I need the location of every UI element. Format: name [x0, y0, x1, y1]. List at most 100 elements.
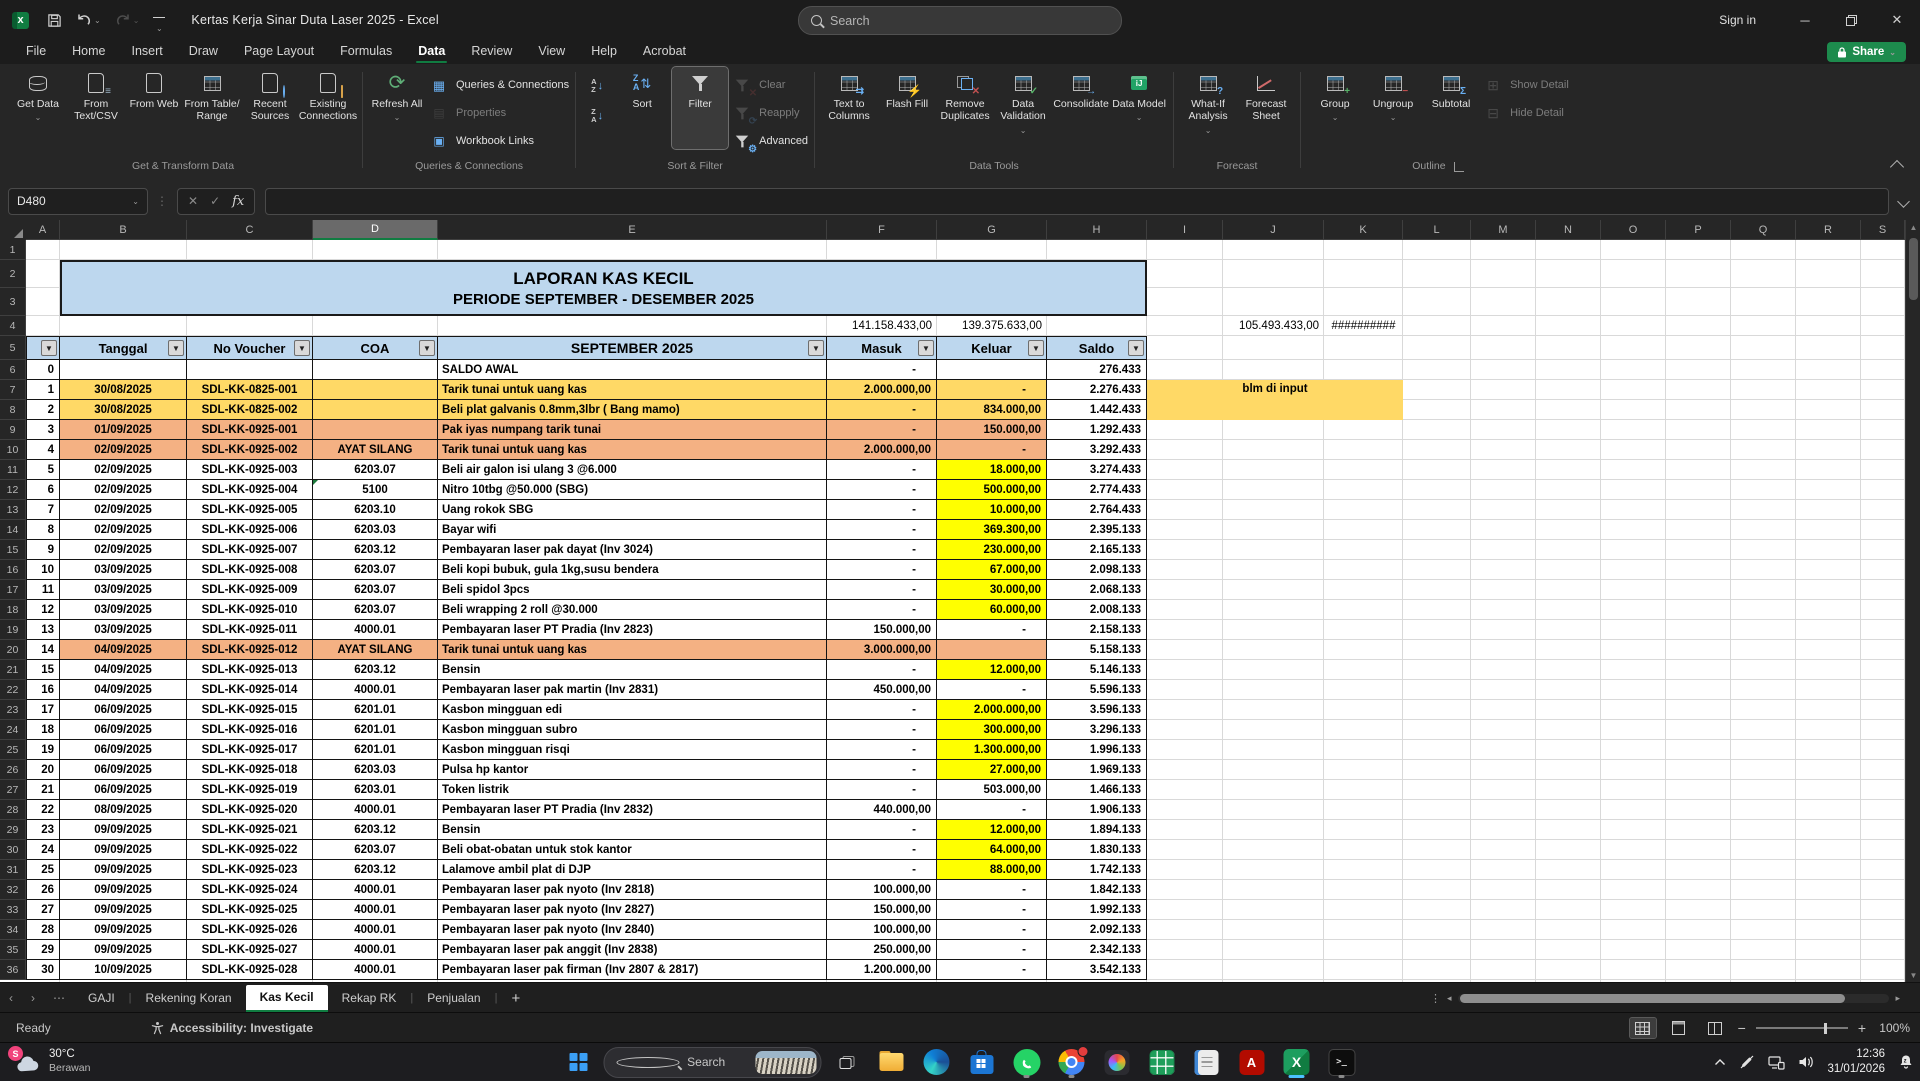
cell-coa[interactable]: 6203.12: [313, 540, 438, 560]
cell-tanggal[interactable]: 30/08/2025: [60, 400, 187, 420]
cell-tanggal[interactable]: 04/09/2025: [60, 640, 187, 660]
cell-tanggal[interactable]: 03/09/2025: [60, 560, 187, 580]
cell-uraian[interactable]: Pembayaran laser pak nyoto (Inv 2840): [438, 920, 827, 940]
row-header-16[interactable]: 16: [0, 560, 26, 580]
vertical-scroll-thumb[interactable]: [1909, 238, 1918, 300]
title-search-box[interactable]: Search: [798, 6, 1122, 35]
cell-masuk[interactable]: 2.000.000,00: [827, 440, 937, 460]
cell-voucher[interactable]: SDL-KK-0925-019: [187, 780, 313, 800]
cell-masuk[interactable]: -: [827, 480, 937, 500]
cell-index[interactable]: 3: [26, 420, 60, 440]
header-no-voucher[interactable]: No Voucher▼: [187, 336, 313, 360]
cell-keluar[interactable]: 12.000,00: [937, 660, 1047, 680]
consolidate-button[interactable]: →Consolidate: [1053, 67, 1109, 149]
workbook-links-button[interactable]: ▣Workbook Links: [427, 129, 569, 153]
column-header-m[interactable]: M: [1471, 220, 1536, 240]
share-button[interactable]: Share ⌄: [1827, 42, 1906, 62]
tab-insert[interactable]: Insert: [120, 41, 175, 63]
column-header-o[interactable]: O: [1601, 220, 1666, 240]
tab-formulas[interactable]: Formulas: [328, 41, 404, 63]
tab-page-layout[interactable]: Page Layout: [232, 41, 326, 63]
cell-coa[interactable]: [313, 400, 438, 420]
cell-masuk[interactable]: -: [827, 660, 937, 680]
redo-button[interactable]: ⌄: [115, 12, 140, 28]
cell-coa[interactable]: 4000.01: [313, 940, 438, 960]
cell-index[interactable]: 25: [26, 860, 60, 880]
column-header-k[interactable]: K: [1324, 220, 1403, 240]
tab-data[interactable]: Data: [406, 41, 457, 63]
data-validation-button[interactable]: ✓Data Validation ⌄: [995, 67, 1051, 149]
cell-saldo[interactable]: 3.292.433: [1047, 440, 1147, 460]
ungroup-button[interactable]: −Ungroup ⌄: [1365, 67, 1421, 149]
cell-masuk[interactable]: -: [827, 720, 937, 740]
cell-keluar[interactable]: -: [937, 940, 1047, 960]
cell-tanggal[interactable]: 30/08/2025: [60, 380, 187, 400]
header-month[interactable]: SEPTEMBER 2025▼: [438, 336, 827, 360]
cell-uraian[interactable]: Beli wrapping 2 roll @30.000: [438, 600, 827, 620]
cell-saldo[interactable]: 2.276.433: [1047, 380, 1147, 400]
cell-coa[interactable]: 6203.12: [313, 820, 438, 840]
cell-masuk[interactable]: -: [827, 840, 937, 860]
tab-draw[interactable]: Draw: [177, 41, 230, 63]
outline-dialog-launcher[interactable]: [1454, 162, 1464, 172]
cell-saldo[interactable]: 2.092.133: [1047, 920, 1147, 940]
column-header-l[interactable]: L: [1403, 220, 1471, 240]
filter-dropdown-button[interactable]: ▼: [168, 340, 184, 356]
start-icon[interactable]: [559, 1045, 599, 1079]
row-header-15[interactable]: 15: [0, 540, 26, 560]
filter-dropdown-button[interactable]: ▼: [808, 340, 824, 356]
cell-voucher[interactable]: SDL-KK-0925-015: [187, 700, 313, 720]
row-header-19[interactable]: 19: [0, 620, 26, 640]
cell-coa[interactable]: 6203.07: [313, 580, 438, 600]
row-header-11[interactable]: 11: [0, 460, 26, 480]
from-web-button[interactable]: From Web: [126, 67, 182, 149]
cell-tanggal[interactable]: 09/09/2025: [60, 840, 187, 860]
cell-masuk[interactable]: 250.000,00: [827, 940, 937, 960]
cell-tanggal[interactable]: 04/09/2025: [60, 680, 187, 700]
cell-voucher[interactable]: SDL-KK-0925-023: [187, 860, 313, 880]
cell-coa[interactable]: 6203.12: [313, 860, 438, 880]
cell-index[interactable]: 26: [26, 880, 60, 900]
cell-saldo[interactable]: 1.996.133: [1047, 740, 1147, 760]
cell-saldo[interactable]: 1.906.133: [1047, 800, 1147, 820]
cell-keluar[interactable]: 30.000,00: [937, 580, 1047, 600]
vertical-scrollbar[interactable]: ▲ ▼: [1905, 220, 1920, 982]
cell-voucher[interactable]: SDL-KK-0925-010: [187, 600, 313, 620]
taskbar-search-box[interactable]: Search: [604, 1047, 822, 1078]
cell-index[interactable]: 11: [26, 580, 60, 600]
cell-coa[interactable]: [313, 380, 438, 400]
row-header-30[interactable]: 30: [0, 840, 26, 860]
cell-tanggal[interactable]: 03/09/2025: [60, 620, 187, 640]
cell-index[interactable]: 10: [26, 560, 60, 580]
header-keluar[interactable]: Keluar▼: [937, 336, 1047, 360]
cell-tanggal[interactable]: 09/09/2025: [60, 880, 187, 900]
note-highlight-band[interactable]: blm di input: [1147, 380, 1403, 420]
row-header-24[interactable]: 24: [0, 720, 26, 740]
filter-dropdown-button[interactable]: ▼: [918, 340, 934, 356]
cell-index[interactable]: 2: [26, 400, 60, 420]
filter-dropdown-button[interactable]: ▼: [294, 340, 310, 356]
cell-tanggal[interactable]: 03/09/2025: [60, 580, 187, 600]
row-header-36[interactable]: 36: [0, 960, 26, 980]
cell-voucher[interactable]: SDL-KK-0925-028: [187, 960, 313, 980]
cell-coa[interactable]: AYAT SILANG: [313, 640, 438, 660]
cell-masuk[interactable]: 100.000,00: [827, 880, 937, 900]
cell-keluar[interactable]: -: [937, 920, 1047, 940]
cell-index[interactable]: 29: [26, 940, 60, 960]
cell-tanggal[interactable]: 02/09/2025: [60, 540, 187, 560]
cell-index[interactable]: 4: [26, 440, 60, 460]
new-sheet-button[interactable]: +: [497, 990, 534, 1007]
cell-keluar[interactable]: 500.000,00: [937, 480, 1047, 500]
cell-uraian[interactable]: Tarik tunai untuk uang kas: [438, 380, 827, 400]
cell-coa[interactable]: 6203.10: [313, 500, 438, 520]
cell-uraian[interactable]: Pembayaran laser pak nyoto (Inv 2827): [438, 900, 827, 920]
row-header-35[interactable]: 35: [0, 940, 26, 960]
queries-connections-button[interactable]: ▦Queries & Connections: [427, 73, 569, 97]
report-title-banner[interactable]: LAPORAN KAS KECIL PERIODE SEPTEMBER - DE…: [60, 260, 1147, 316]
cell-keluar[interactable]: 834.000,00: [937, 400, 1047, 420]
cell-saldo[interactable]: 1.742.133: [1047, 860, 1147, 880]
page-layout-view-button[interactable]: [1666, 1018, 1692, 1038]
row-header-26[interactable]: 26: [0, 760, 26, 780]
row-header-23[interactable]: 23: [0, 700, 26, 720]
from-table-range-button[interactable]: From Table/ Range: [184, 67, 240, 149]
